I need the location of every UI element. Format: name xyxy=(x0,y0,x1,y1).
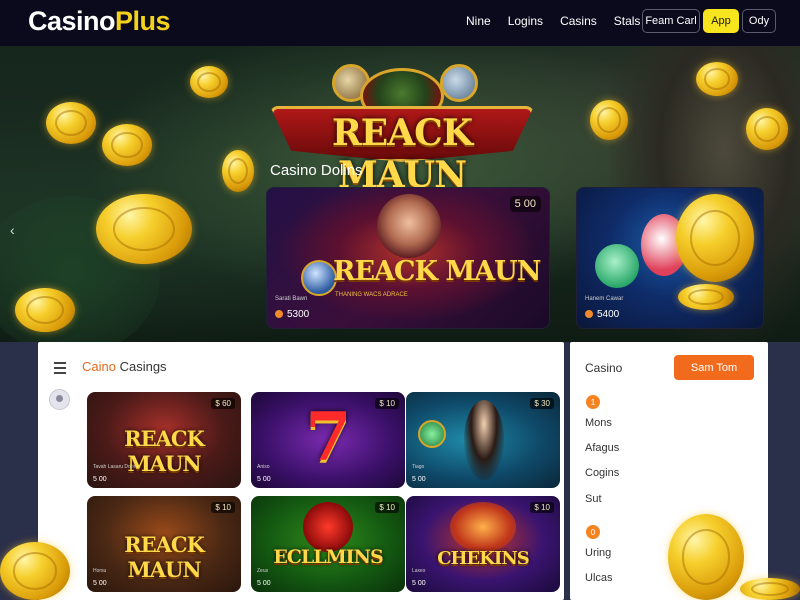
header-button-feam-carl[interactable]: Feam Carl xyxy=(642,9,700,33)
coin-decoration xyxy=(96,194,192,264)
nav-item-logins[interactable]: Logins xyxy=(508,14,543,28)
game-tile-footer: 5 00 xyxy=(412,580,426,587)
coin-decoration xyxy=(190,66,228,98)
gem-art xyxy=(418,420,446,448)
game-tile-badge: $ 60 xyxy=(211,398,235,409)
featured-card-title: REACK MAUN xyxy=(333,256,541,287)
featured-card-footer: 5300 xyxy=(275,309,309,320)
logo-text-plus: Plus xyxy=(115,6,171,36)
game-tile-title: CHEKINS xyxy=(437,548,530,569)
coin-decoration xyxy=(46,102,96,144)
sidebar-item-uring[interactable]: Uring xyxy=(585,547,611,559)
game-tile-footer: 5 00 xyxy=(412,476,426,483)
sidebar-title: Casino xyxy=(585,361,623,375)
game-tile-provider: Laxes xyxy=(412,568,426,574)
sidebar-item-afagus[interactable]: Afagus xyxy=(585,442,619,454)
gem-art xyxy=(301,260,337,296)
game-tile-title: ECLLMINS xyxy=(273,546,383,568)
coin-decoration xyxy=(746,108,788,150)
hero-game-logo: REACK MAUN xyxy=(268,62,536,196)
game-tile-footer: 5 00 xyxy=(93,580,107,587)
game-tile[interactable]: CHEKINS $ 10 Laxes 5 00 xyxy=(406,496,560,592)
header-button-app[interactable]: App xyxy=(703,9,739,33)
sidebar-badge: 0 xyxy=(586,525,600,539)
game-tile-badge: $ 10 xyxy=(211,502,235,513)
sidebar-item-sut[interactable]: Sut xyxy=(585,493,602,505)
featured-card-provider: Sarati Bawn xyxy=(275,296,308,302)
game-tile-title: 7 xyxy=(305,398,352,476)
game-tile-provider: Zeus xyxy=(257,568,269,574)
coin-decoration xyxy=(676,194,754,282)
coin-decoration xyxy=(678,284,734,310)
sidebar-item-mons[interactable]: Mons xyxy=(585,417,612,429)
hero-banner: REACK MAUN Casino Dolins ‹ › REACK MAUN … xyxy=(0,46,800,342)
game-tile[interactable]: 7 $ 10 Aniso 5 00 xyxy=(251,392,405,488)
panel-title: Caino Casings xyxy=(82,359,167,374)
game-tile-provider: Tiago xyxy=(412,464,425,470)
nav-item-nine[interactable]: Nine xyxy=(466,14,491,28)
game-tile[interactable]: $ 30 Tiago 5 00 xyxy=(406,392,560,488)
games-panel: Caino Casings REACK MAUN $ 60 Tavah Lasa… xyxy=(38,342,564,600)
coin-decoration xyxy=(668,514,744,600)
game-tile-footer: 5 00 xyxy=(257,476,271,483)
sidebar-item-ulcas[interactable]: Ulcas xyxy=(585,572,613,584)
game-tile-provider: Horsu xyxy=(93,568,107,574)
game-tile-badge: $ 10 xyxy=(375,502,399,513)
monster-art xyxy=(595,244,639,288)
game-tile-badge: $ 10 xyxy=(375,398,399,409)
featured-card-caption: THANING WACS ADRACE xyxy=(335,292,408,298)
hero-subtitle: Casino Dolins xyxy=(270,162,363,179)
game-tile-footer: 5 00 xyxy=(93,476,107,483)
featured-game-card[interactable]: REACK MAUN 5 00 THANING WACS ADRACE Sara… xyxy=(266,187,550,329)
featured-card-badge: 5 00 xyxy=(509,196,541,212)
coin-decoration xyxy=(740,578,800,600)
coin-decoration xyxy=(102,124,152,166)
top-header: CasinoPlus Nine Logins Casins Stals Feam… xyxy=(0,0,800,46)
game-tile[interactable]: ECLLMINS $ 10 Zeus 5 00 xyxy=(251,496,405,592)
coin-decoration xyxy=(696,62,738,96)
hero-title: REACK MAUN xyxy=(331,112,473,196)
carousel-prev-icon[interactable]: ‹ xyxy=(10,222,15,238)
nav-item-stals[interactable]: Stals xyxy=(614,14,641,28)
panel-title-rest: Casings xyxy=(115,359,167,374)
panel-title-accent: Caino xyxy=(82,359,116,374)
game-tile-badge: $ 10 xyxy=(530,502,554,513)
sidebar-cta-button[interactable]: Sam Tom xyxy=(674,355,754,380)
game-tile-provider: Aniso xyxy=(257,464,270,470)
sidebar-item-cogins[interactable]: Cogins xyxy=(585,467,619,479)
logo[interactable]: CasinoPlus xyxy=(28,6,171,37)
logo-text-casino: Casino xyxy=(28,6,116,36)
featured-card-amount: 5300 xyxy=(287,309,310,320)
hamburger-menu-icon[interactable] xyxy=(54,362,66,377)
character-art xyxy=(464,400,504,480)
main-area: Caino Casings REACK MAUN $ 60 Tavah Lasa… xyxy=(0,342,800,600)
seven-symbol-art xyxy=(303,502,353,552)
coin-decoration xyxy=(590,100,628,140)
game-tile[interactable]: REACK MAUN $ 60 Tavah Lasaru Dorin 5 00 xyxy=(87,392,241,488)
game-tile[interactable]: REACK MAUN $ 10 Horsu 5 00 xyxy=(87,496,241,592)
side-card-provider: Hanem Cawar xyxy=(585,296,624,302)
game-tile-badge: $ 30 xyxy=(530,398,554,409)
game-tile-provider: Tavah Lasaru Dorin xyxy=(93,464,137,470)
game-tile-footer: 5 00 xyxy=(257,580,271,587)
coin-icon xyxy=(275,310,283,319)
phoenix-art xyxy=(450,502,516,552)
user-avatar-icon[interactable] xyxy=(49,389,70,410)
coin-decoration xyxy=(0,542,70,600)
side-card-amount: 5400 xyxy=(597,309,620,320)
character-art xyxy=(377,194,441,258)
coin-icon xyxy=(585,310,593,319)
logo-orb xyxy=(440,64,478,102)
game-tile-title: REACK MAUN xyxy=(124,532,205,582)
side-card-footer: 5400 xyxy=(585,309,619,320)
sidebar-badge: 1 xyxy=(586,395,600,409)
header-button-ody[interactable]: Ody xyxy=(742,9,776,33)
main-nav: Nine Logins Casins Stals xyxy=(466,14,657,28)
coin-decoration xyxy=(15,288,75,332)
nav-item-casins[interactable]: Casins xyxy=(560,14,597,28)
coin-decoration xyxy=(222,150,254,192)
